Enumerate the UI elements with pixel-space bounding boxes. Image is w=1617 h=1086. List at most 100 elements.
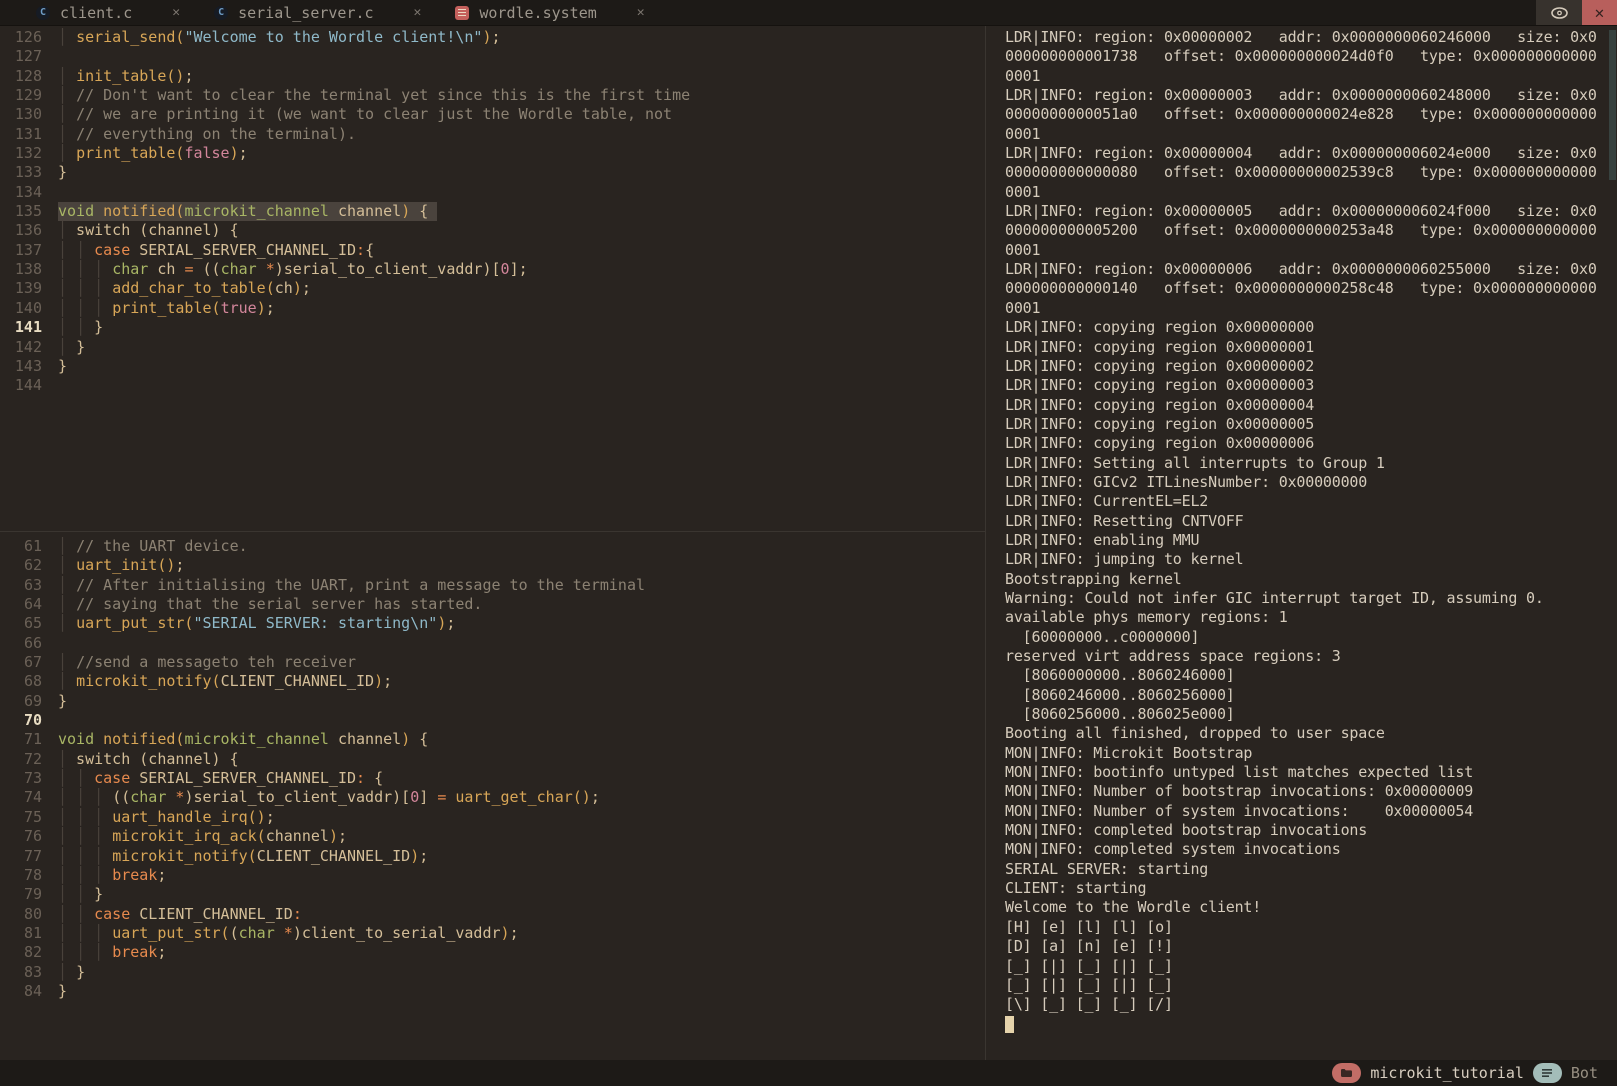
tab-label: serial_server.c [238,4,373,22]
tab-wordle-system[interactable]: wordle.system✕ [439,0,662,25]
code-line[interactable]: 81│ │ │ uart_put_str((char *)client_to_s… [0,924,985,943]
code-line[interactable]: 76│ │ │ microkit_irq_ack(channel); [0,827,985,846]
code-line[interactable]: 67│ //send a messageto teh receiver [0,653,985,672]
code-line[interactable]: 78│ │ │ break; [0,866,985,885]
code-text: │ init_table(); [58,67,193,86]
code-line[interactable]: 75│ │ │ uart_handle_irq(); [0,808,985,827]
terminal-line: MON|INFO: Microkit Bootstrap [1005,744,1617,763]
terminal-line: MON|INFO: Number of bootstrap invocation… [1005,782,1617,801]
code-line[interactable]: 144 [0,376,985,395]
code-line[interactable]: 139│ │ │ add_char_to_table(ch); [0,279,985,298]
terminal-line: SERIAL SERVER: starting [1005,860,1617,879]
code-line[interactable]: 83│ } [0,963,985,982]
eye-icon [1551,7,1568,19]
tab-close-icon[interactable]: ✕ [414,5,422,20]
code-line[interactable]: 141│ │ } [0,318,985,337]
tab-client-c[interactable]: Cclient.c✕ [20,0,198,25]
window-close-button[interactable]: ✕ [1582,0,1617,25]
tab-close-icon[interactable]: ✕ [637,5,645,20]
code-line[interactable]: 79│ │ } [0,885,985,904]
code-text: │ │ │ break; [58,943,166,962]
terminal-line: MON|INFO: completed bootstrap invocation… [1005,821,1617,840]
code-line[interactable]: 84} [0,982,985,1001]
line-number: 129 [0,86,42,105]
code-text: │ // the UART device. [58,537,248,556]
terminal-pane[interactable]: LDR|INFO: region: 0x00000002 addr: 0x000… [986,26,1617,1060]
tab-close-icon[interactable]: ✕ [172,5,180,20]
code-text: void notified(microkit_channel channel) … [58,730,428,749]
code-text: │ │ │ char ch = ((char *)serial_to_clien… [58,260,528,279]
code-line[interactable]: 72│ switch (channel) { [0,750,985,769]
terminal-cursor-line [1005,1015,1617,1034]
code-line[interactable]: 62│ uart_init(); [0,556,985,575]
line-number: 139 [0,279,42,298]
code-line[interactable]: 140│ │ │ print_table(true); [0,299,985,318]
code-line[interactable]: 70 [0,711,985,730]
code-line[interactable]: 80│ │ case CLIENT_CHANNEL_ID: [0,905,985,924]
code-line[interactable]: 137│ │ case SERIAL_SERVER_CHANNEL_ID:{ [0,241,985,260]
terminal-line: 0000000000051a0 offset: 0x000000000024e8… [1005,105,1617,124]
line-number: 67 [0,653,42,672]
code-line[interactable]: 71void notified(microkit_channel channel… [0,730,985,749]
code-line[interactable]: 63│ // After initialising the UART, prin… [0,576,985,595]
terminal-line: LDR|INFO: copying region 0x00000002 [1005,357,1617,376]
terminal-line: LDR|INFO: Resetting CNTVOFF [1005,512,1617,531]
code-line[interactable]: 135 void notified(microkit_channel channe… [0,202,985,221]
code-text: │ uart_put_str("SERIAL SERVER: starting\… [58,614,455,633]
terminal-line: LDR|INFO: copying region 0x00000001 [1005,338,1617,357]
terminal-line: Warning: Could not infer GIC interrupt t… [1005,589,1617,608]
code-text: │ // Don't want to clear the terminal ye… [58,86,690,105]
code-line[interactable]: 138│ │ │ char ch = ((char *)serial_to_cl… [0,260,985,279]
code-line[interactable]: 61│ // the UART device. [0,537,985,556]
window-controls: ✕ [1536,0,1617,25]
preview-toggle-button[interactable] [1536,0,1582,25]
code-line[interactable]: 133} [0,163,985,182]
code-line[interactable]: 66 [0,634,985,653]
terminal-line: Bootstrapping kernel [1005,570,1617,589]
editor-pane-serial-server[interactable]: 61│ // the UART device.62│ uart_init();6… [0,532,985,1060]
code-line[interactable]: 64│ // saying that the serial server has… [0,595,985,614]
code-line[interactable]: 73│ │ case SERIAL_SERVER_CHANNEL_ID: { [0,769,985,788]
code-line[interactable]: 127 [0,47,985,66]
code-line[interactable]: 143} [0,357,985,376]
code-text: │ │ │ print_table(true); [58,299,275,318]
code-line[interactable]: 69} [0,692,985,711]
tab-serial_server-c[interactable]: Cserial_server.c✕ [198,0,439,25]
terminal-line: LDR|INFO: region: 0x00000006 addr: 0x000… [1005,260,1617,279]
code-text: } [58,982,67,1001]
terminal-line: [D] [a] [n] [e] [!] [1005,937,1617,956]
code-line[interactable]: 132│ print_table(false); [0,144,985,163]
line-number: 135 [0,202,42,221]
code-line[interactable]: 77│ │ │ microkit_notify(CLIENT_CHANNEL_I… [0,847,985,866]
terminal-line: 000000000001738 offset: 0x000000000024d0… [1005,47,1617,66]
mode-label: Bot [1571,1064,1598,1082]
code-line[interactable]: 136│ switch (channel) { [0,221,985,240]
line-number: 73 [0,769,42,788]
code-line[interactable]: 65│ uart_put_str("SERIAL SERVER: startin… [0,614,985,633]
terminal-line: reserved virt address space regions: 3 [1005,647,1617,666]
code-line[interactable]: 131│ // everything on the terminal). [0,125,985,144]
terminal-line: Welcome to the Wordle client! [1005,898,1617,917]
code-line[interactable]: 142│ } [0,338,985,357]
code-line[interactable]: 128│ init_table(); [0,67,985,86]
code-line[interactable]: 129 │ // Don't want to clear the terminal… [0,86,985,105]
code-text: │ │ │ ((char *)serial_to_client_vaddr)[0… [58,788,600,807]
line-number: 75 [0,808,42,827]
system-file-icon [455,6,469,20]
code-line[interactable]: 82│ │ │ break; [0,943,985,962]
editor-pane-client[interactable]: 126│ serial_send("Welcome to the Wordle … [0,26,985,531]
session-badge [1332,1063,1361,1083]
code-line[interactable]: 74│ │ │ ((char *)serial_to_client_vaddr)… [0,788,985,807]
terminal-line: available phys memory regions: 1 [1005,608,1617,627]
code-line[interactable]: 134 [0,183,985,202]
code-line[interactable]: 68│ microkit_notify(CLIENT_CHANNEL_ID); [0,672,985,691]
code-line[interactable]: 130│ // we are printing it (we want to c… [0,105,985,124]
code-line[interactable]: 126│ serial_send("Welcome to the Wordle … [0,28,985,47]
code-text: void notified(microkit_channel channel) … [58,202,437,221]
terminal-scrollbar[interactable] [1609,26,1616,1060]
code-text: │ switch (channel) { [58,221,239,240]
terminal-scrollbar-thumb[interactable] [1609,30,1616,180]
code-text: } [58,163,67,182]
line-number: 72 [0,750,42,769]
line-number: 69 [0,692,42,711]
